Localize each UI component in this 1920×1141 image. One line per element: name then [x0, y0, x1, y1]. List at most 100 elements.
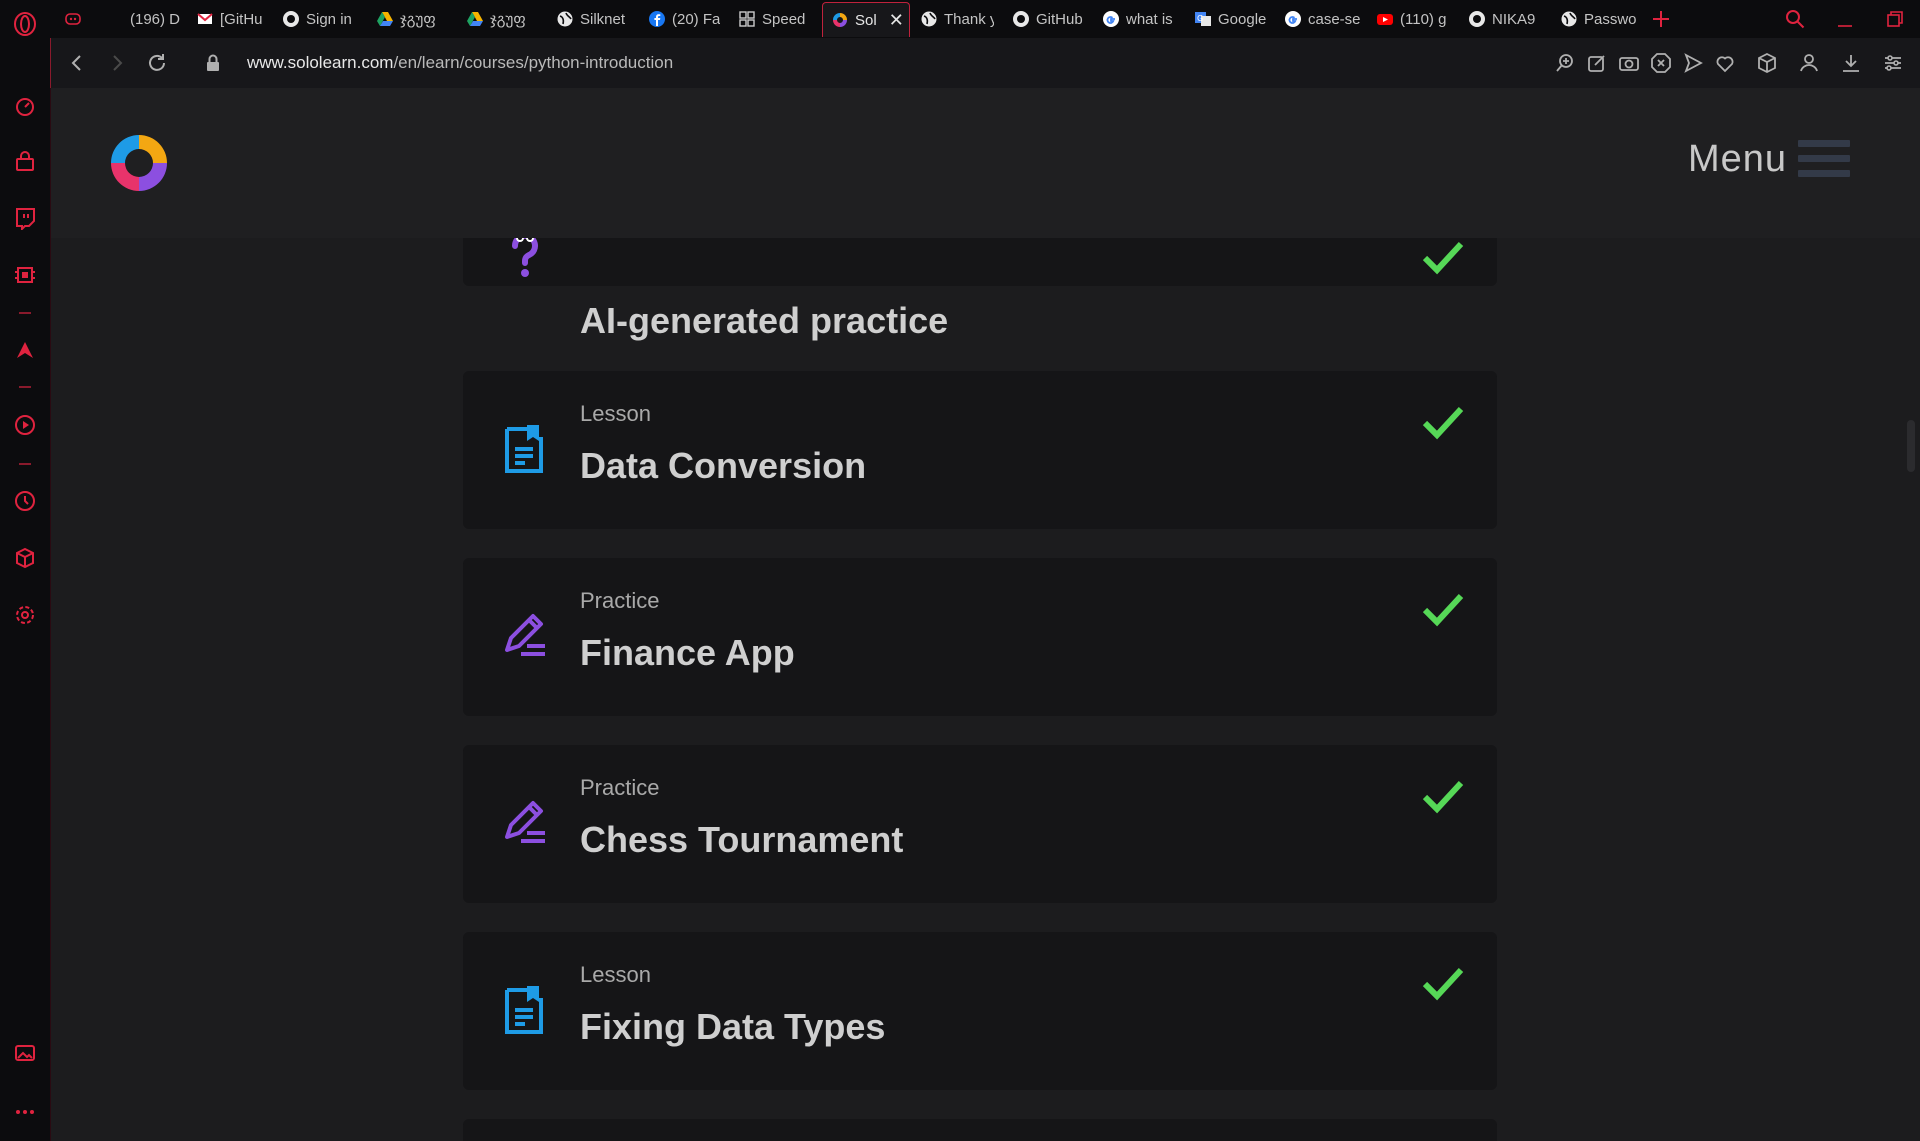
google-drive-icon [376, 10, 394, 28]
course-item-data-conversion[interactable]: Lesson Data Conversion [463, 371, 1497, 529]
tab-thank-you[interactable]: Thank y [920, 2, 994, 36]
sololearn-logo-icon[interactable] [107, 131, 171, 195]
tab-label: ჯგუფ [490, 11, 526, 28]
settings-gear-icon[interactable] [13, 603, 37, 627]
easy-setup-icon[interactable] [1881, 51, 1905, 75]
tab-github[interactable]: GitHub [1012, 2, 1088, 36]
course-item-title: Finance App [580, 632, 795, 673]
tab-label: Sol [855, 11, 877, 29]
sidebar-divider [19, 312, 31, 314]
svg-text:G: G [1197, 14, 1203, 23]
tab-facebook[interactable]: (20) Fa [648, 2, 720, 36]
hamburger-menu-icon[interactable] [1798, 140, 1850, 186]
page-viewport: AI-generated practice Lesson Data Conver… [51, 88, 1920, 1141]
address-bar: www.sololearn.com/en/learn/courses/pytho… [50, 38, 1920, 88]
github-icon [1468, 10, 1486, 28]
tab-google-search[interactable]: what is [1102, 2, 1174, 36]
speedometer-icon[interactable] [13, 94, 37, 118]
tab-gmail[interactable]: [GitHu [196, 2, 276, 36]
tab-youtube[interactable]: (110) g [1376, 2, 1452, 36]
new-tab-plus-icon[interactable] [1648, 6, 1674, 32]
google-translate-icon: G [1194, 10, 1212, 28]
practice-pencil-icon [499, 610, 551, 662]
globe-icon [1560, 10, 1578, 28]
tab-label: NIKA9 [1492, 10, 1536, 28]
player-icon[interactable] [13, 413, 37, 437]
tab-label: Passwo [1584, 10, 1636, 28]
lock-icon[interactable] [201, 51, 225, 75]
checkmark-icon [1421, 403, 1465, 441]
download-icon[interactable] [1839, 51, 1863, 75]
tab-drive-2[interactable]: ჯგუფ [466, 2, 536, 36]
zoom-icon[interactable] [1553, 51, 1577, 75]
tab-github-signin[interactable]: Sign in [282, 2, 360, 36]
extensions-cube-icon[interactable] [1755, 51, 1779, 75]
menu-button-label[interactable]: Menu [1688, 138, 1787, 181]
globe-icon [556, 10, 574, 28]
course-item-next[interactable] [463, 1119, 1497, 1141]
tab-search-icon[interactable] [1782, 6, 1808, 32]
course-item-type: Practice [580, 588, 660, 613]
tab-discord[interactable] [64, 2, 82, 36]
google-icon [1102, 10, 1120, 28]
discord-icon [64, 10, 82, 28]
tab-strip: (196) D [GitHu Sign in ჯგუფ ჯგუფ Silknet… [50, 0, 1920, 38]
tab-sololearn-active[interactable]: Sol ✕ [822, 2, 910, 37]
url-field[interactable]: www.sololearn.com/en/learn/courses/pytho… [247, 51, 673, 75]
opera-logo-icon[interactable] [13, 12, 37, 36]
heart-icon[interactable] [1713, 51, 1737, 75]
tab-case-search[interactable]: case-se [1284, 2, 1360, 36]
lesson-document-icon [499, 984, 551, 1036]
course-item-chess-tournament[interactable]: Practice Chess Tournament [463, 745, 1497, 903]
course-item-type: Lesson [580, 962, 651, 987]
camera-icon[interactable] [1617, 51, 1641, 75]
aria-ai-icon[interactable] [13, 338, 37, 362]
restore-icon[interactable] [1882, 6, 1908, 32]
github-icon [282, 10, 300, 28]
scrollbar-thumb[interactable] [1907, 420, 1915, 472]
facebook-icon [648, 10, 666, 28]
edit-share-icon[interactable] [1585, 51, 1609, 75]
course-item-fixing-data-types[interactable]: Lesson Fixing Data Types [463, 932, 1497, 1090]
tab-label: [GitHu [220, 10, 263, 28]
tab-label: Google [1218, 10, 1267, 28]
tab-label: case-se [1308, 10, 1360, 28]
adblock-icon[interactable] [1649, 51, 1673, 75]
tab-github-nika[interactable]: NIKA9 [1468, 2, 1544, 36]
extensions-cube-icon[interactable] [13, 546, 37, 570]
chip-icon[interactable] [13, 263, 37, 287]
history-clock-icon[interactable] [13, 489, 37, 513]
tab-speed-dial[interactable]: Speed [738, 2, 810, 36]
minimize-icon[interactable] [1832, 6, 1858, 32]
tab-password[interactable]: Passwo [1560, 2, 1636, 36]
shopping-bag-icon[interactable] [13, 150, 37, 174]
send-icon[interactable] [1681, 51, 1705, 75]
more-options-icon[interactable] [13, 1100, 37, 1124]
tab-label: Silknet [580, 10, 626, 28]
course-item-type: Lesson [580, 401, 651, 426]
wallpaper-icon[interactable] [13, 1041, 37, 1065]
checkmark-icon [1421, 238, 1465, 276]
github-icon [1012, 10, 1030, 28]
close-tab-icon[interactable]: ✕ [889, 10, 904, 31]
course-item-title: AI-generated practice [580, 300, 949, 341]
back-arrow-icon[interactable] [65, 51, 89, 75]
checkmark-icon [1421, 964, 1465, 1002]
profile-icon[interactable] [1797, 51, 1821, 75]
forward-arrow-icon[interactable] [105, 51, 129, 75]
google-icon [1284, 10, 1302, 28]
sololearn-icon [831, 11, 849, 29]
twitch-icon[interactable] [13, 206, 37, 232]
globe-icon [920, 10, 938, 28]
tab-discord-label[interactable]: (196) D [130, 2, 200, 36]
browser-sidebar [0, 0, 51, 1141]
tab-google-translate[interactable]: G Google [1194, 2, 1270, 36]
sidebar-divider [19, 386, 31, 388]
reload-icon[interactable] [145, 51, 169, 75]
tab-label: Sign in [306, 10, 352, 28]
tab-label: ჯგუფ [400, 11, 436, 28]
tab-drive-1[interactable]: ჯგუფ [376, 2, 446, 36]
checkmark-icon [1421, 590, 1465, 628]
course-item-finance-app[interactable]: Practice Finance App [463, 558, 1497, 716]
tab-silknet[interactable]: Silknet [556, 2, 628, 36]
